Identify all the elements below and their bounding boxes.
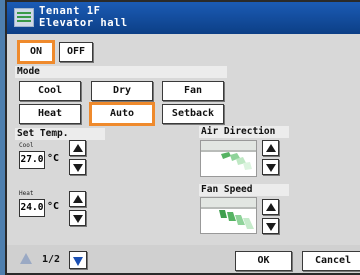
down-arrow-icon xyxy=(73,164,83,172)
mode-header-bar xyxy=(15,66,227,78)
fan-speed-up-button[interactable] xyxy=(262,199,279,215)
up-arrow-icon xyxy=(266,203,276,211)
heat-temp-down-button[interactable] xyxy=(69,210,86,226)
up-arrow-icon xyxy=(73,195,83,203)
mode-cool-button[interactable]: Cool xyxy=(19,81,81,101)
louver-direction-icon xyxy=(200,140,257,177)
fan-speed-icon xyxy=(200,197,257,234)
group-name: Tenant 1F xyxy=(39,5,101,17)
down-arrow-icon xyxy=(266,223,276,231)
mode-auto-button[interactable]: Auto xyxy=(89,102,155,126)
up-arrow-icon xyxy=(73,144,83,152)
page-down-icon xyxy=(73,257,83,266)
location-name: Elevator hall xyxy=(39,17,128,29)
cool-setpoint-label: Cool xyxy=(19,142,34,149)
cool-unit: °C xyxy=(47,153,60,164)
heat-setpoint-label: Heat xyxy=(19,190,34,197)
fan-speed-down-button[interactable] xyxy=(262,218,279,234)
mode-header: Mode xyxy=(17,66,40,77)
off-button[interactable]: OFF xyxy=(59,42,93,62)
unit-icon xyxy=(14,8,34,27)
mode-setback-button[interactable]: Setback xyxy=(162,104,224,124)
down-arrow-icon xyxy=(73,215,83,223)
on-button[interactable]: ON xyxy=(17,40,55,64)
air-direction-down-button[interactable] xyxy=(262,159,279,175)
page-up-icon[interactable] xyxy=(20,253,32,264)
heat-unit: °C xyxy=(47,201,60,212)
footer-bar: 1/2 OK Cancel xyxy=(7,245,360,273)
page-down-button[interactable] xyxy=(69,251,87,269)
fan-speed-header: Fan Speed xyxy=(201,184,253,195)
page-indicator: 1/2 xyxy=(42,254,61,265)
air-direction-up-button[interactable] xyxy=(262,140,279,156)
heat-setpoint-value: 24.0 xyxy=(19,199,45,217)
mode-dry-button[interactable]: Dry xyxy=(91,81,153,101)
cool-temp-up-button[interactable] xyxy=(69,140,86,156)
cool-setpoint-value: 27.0 xyxy=(19,151,45,169)
mode-fan-button[interactable]: Fan xyxy=(162,81,224,101)
up-arrow-icon xyxy=(266,144,276,152)
mode-heat-button[interactable]: Heat xyxy=(19,104,81,124)
cancel-button[interactable]: Cancel xyxy=(302,251,360,271)
set-temp-header: Set Temp. xyxy=(17,128,69,139)
down-arrow-icon xyxy=(266,164,276,172)
title-bar: Tenant 1F Elevator hall xyxy=(7,2,360,34)
heat-temp-up-button[interactable] xyxy=(69,191,86,207)
ok-button[interactable]: OK xyxy=(235,251,292,271)
cool-temp-down-button[interactable] xyxy=(69,159,86,175)
air-direction-header: Air Direction xyxy=(201,126,276,137)
ac-control-panel: Tenant 1F Elevator hall ON OFF Mode Cool… xyxy=(5,0,360,275)
